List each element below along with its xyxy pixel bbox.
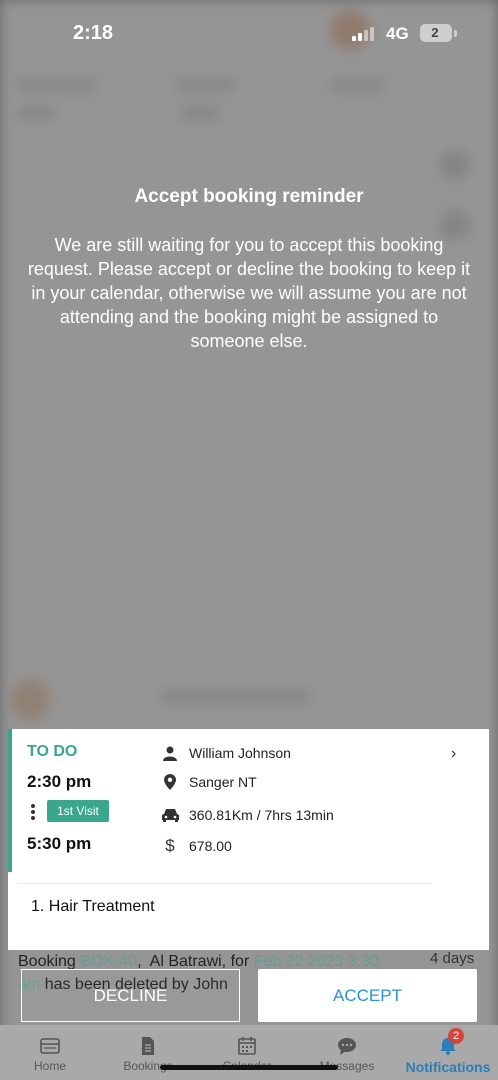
price-row: $ 678.00 [160,836,232,856]
signal-icon [352,27,378,41]
battery-icon: 2 [420,24,452,42]
status-accent-bar [8,729,12,872]
travel-distance: 360.81Km / 7hrs 13min [189,807,334,823]
booking-end-time: 5:30 pm [27,834,92,853]
notification-client: Al Batrawi, for [149,953,250,970]
service-item: 1. Hair Treatment [31,898,155,915]
car-icon [160,805,180,825]
notification-age: 4 days [430,950,475,967]
reminder-message: We are still waiting for you to accept t… [27,235,471,351]
battery-level: 2 [431,25,439,40]
notification-date: Feb 22 2023 3:30 [253,953,380,970]
decline-button[interactable]: DECLINE [21,969,240,1022]
calendar-icon [237,1037,257,1055]
booking-start-time: 2:30 pm [27,772,92,791]
distance-row: 360.81Km / 7hrs 13min [160,805,334,825]
tab-calendar[interactable]: Calendar [197,1025,297,1080]
tab-home-label: Home [33,1059,66,1073]
client-name: William Johnson [189,745,291,761]
tab-messages[interactable]: Messages [297,1025,397,1080]
notification-count-badge: 2 [448,1028,464,1044]
client-location: Sanger NT [189,774,257,790]
location-row: Sanger NT [160,772,257,792]
battery-tip [454,30,457,37]
network-type: 4G [386,24,409,43]
bottom-tab-bar: Home Bookings Calendar Messages Notifica… [0,1025,498,1080]
card-divider [18,883,432,884]
home-icon [40,1037,60,1055]
booking-price: 678.00 [189,838,232,854]
reminder-title: Accept booking reminder [134,186,364,207]
booking-status: TO DO [27,743,78,760]
notification-prefix: Booking [18,953,76,970]
notification-booking-ref[interactable]: BOK-40 [80,953,137,970]
chevron-right-icon[interactable]: › [451,745,456,763]
status-time: 2:18 [73,22,114,44]
tab-bookings[interactable]: Bookings [98,1025,198,1080]
more-vertical-icon[interactable] [30,804,36,820]
home-indicator[interactable] [160,1065,338,1070]
person-icon [160,743,180,763]
booking-card[interactable]: TO DO 2:30 pm 1st Visit 5:30 pm William … [8,729,489,950]
tab-home[interactable]: Home [0,1025,100,1080]
status-bar: 2:18 4G 2 [0,0,498,64]
visit-badge: 1st Visit [47,800,109,822]
client-row: William Johnson [160,743,291,763]
dollar-icon: $ [165,836,175,855]
accept-button[interactable]: ACCEPT [258,969,477,1022]
document-icon [138,1037,158,1055]
location-pin-icon [160,772,180,792]
tab-notifications-label: Notifications [405,1059,491,1075]
chat-icon [337,1037,357,1055]
